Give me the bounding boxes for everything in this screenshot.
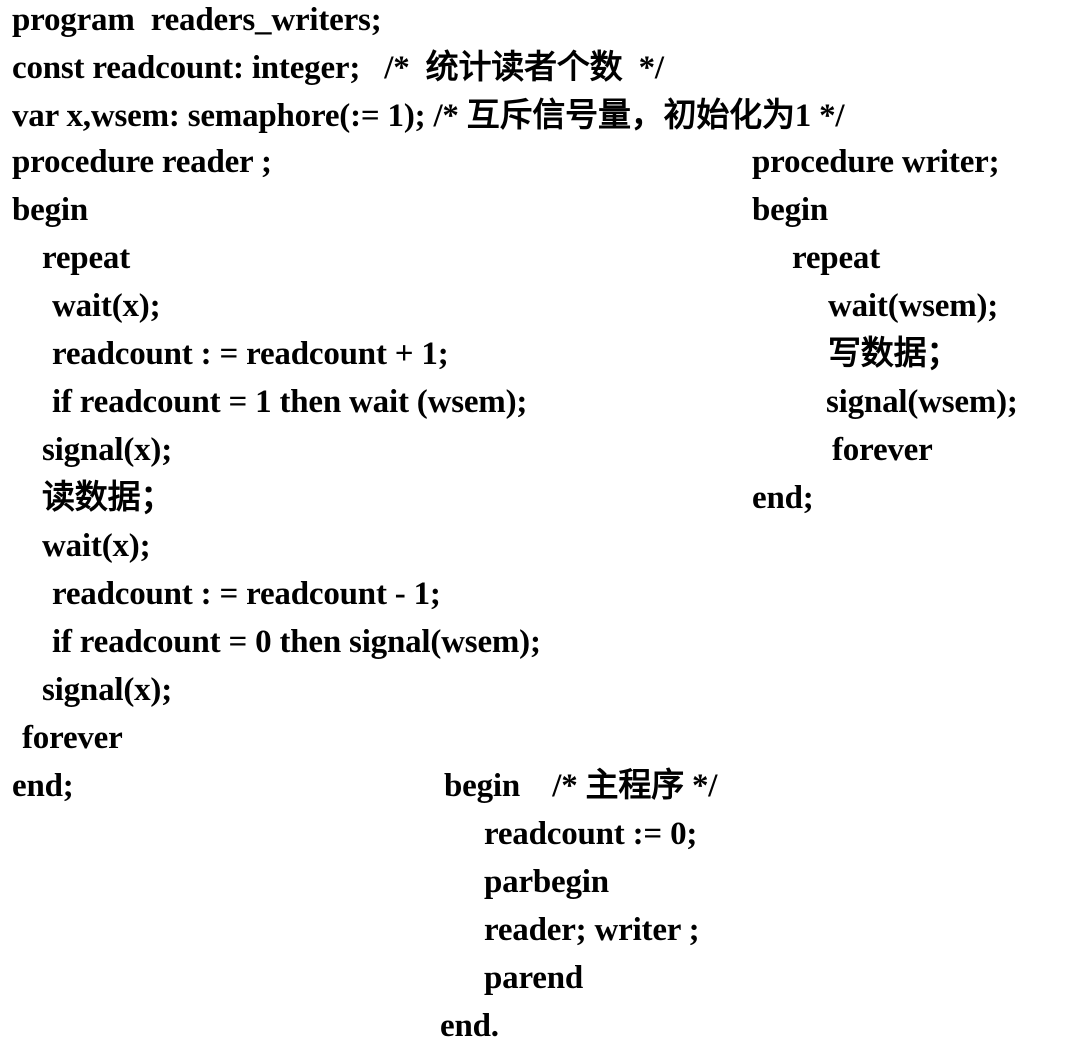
writer-repeat: repeat [792,240,880,276]
main-processes: reader; writer ; [484,912,700,948]
var-declaration: var x,wsem: semaphore(:= 1); /* 互斥信号量，初始… [12,98,845,134]
reader-wait-x-2: wait(x); [42,528,151,564]
main-parbegin: parbegin [484,864,609,900]
reader-if-first: if readcount = 1 then wait (wsem); [52,384,528,420]
reader-procedure-header: procedure reader ; [12,144,272,180]
reader-forever: forever [22,720,123,756]
reader-signal-x-1: signal(x); [42,432,173,468]
reader-begin: begin [12,192,89,228]
reader-repeat: repeat [42,240,130,276]
reader-signal-x-2: signal(x); [42,672,173,708]
main-begin: begin /* 主程序 */ [444,768,718,804]
writer-wait-wsem: wait(wsem); [828,288,999,324]
reader-increment: readcount : = readcount + 1; [52,336,449,372]
writer-forever: forever [832,432,933,468]
reader-if-last: if readcount = 0 then signal(wsem); [52,624,541,660]
writer-end: end; [752,480,814,516]
writer-signal-wsem: signal(wsem); [826,384,1018,420]
const-declaration: const readcount: integer; /* 统计读者个数 */ [12,50,664,86]
main-init-readcount: readcount := 0; [484,816,698,852]
writer-begin: begin [752,192,829,228]
reader-read-data: 读数据； [42,480,174,516]
writer-procedure-header: procedure writer; [752,144,1000,180]
reader-decrement: readcount : = readcount - 1; [52,576,441,612]
reader-wait-x-1: wait(x); [52,288,161,324]
writer-write-data: 写数据； [828,336,960,372]
code-listing: program readers_writers; const readcount… [0,0,1078,1054]
main-end: end. [440,1008,499,1044]
main-parend: parend [484,960,584,996]
program-declaration: program readers_writers; [12,2,382,38]
reader-end: end; [12,768,74,804]
